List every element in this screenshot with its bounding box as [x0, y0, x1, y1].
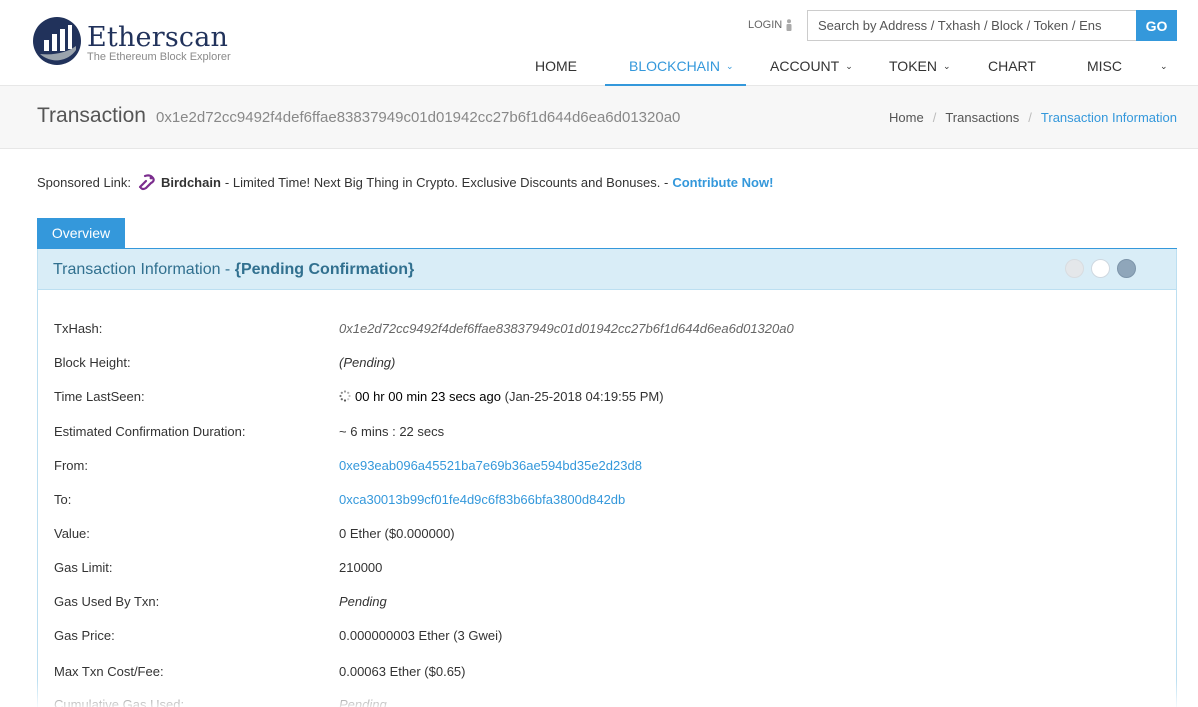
page-title: Transaction	[37, 104, 146, 127]
nav-chart[interactable]: CHART	[988, 47, 1036, 86]
detail-row-cumulative-gas: Cumulative Gas Used: Pending	[54, 697, 1164, 707]
block-height-value: (Pending)	[339, 355, 396, 370]
login-label: LOGIN	[748, 19, 783, 31]
detail-row-block-height: Block Height: (Pending)	[54, 355, 1164, 375]
progress-dot	[1091, 259, 1110, 278]
sponsored-prefix: Sponsored Link:	[37, 174, 131, 190]
txhash-value: 0x1e2d72cc9492f4def6ffae83837949c01d0194…	[339, 321, 794, 336]
breadcrumb-transactions[interactable]: Transactions	[945, 110, 1019, 125]
contribute-now-link[interactable]: Contribute Now!	[672, 175, 773, 190]
detail-label: TxHash:	[54, 321, 103, 336]
detail-label: Cumulative Gas Used:	[54, 697, 185, 707]
progress-dot	[1117, 259, 1136, 278]
nav-home[interactable]: HOME	[535, 47, 577, 86]
detail-row-value: Value: 0 Ether ($0.000000)	[54, 526, 1164, 546]
progress-dot	[1065, 259, 1084, 278]
time-lastseen-value: 00 hr 00 min 23 secs ago (Jan-25-2018 04…	[339, 389, 664, 404]
detail-row-txhash: TxHash: 0x1e2d72cc9492f4def6ffae83837949…	[54, 321, 1164, 341]
detail-row-gas-used: Gas Used By Txn: Pending	[54, 594, 1164, 614]
page-title-hash: 0x1e2d72cc9492f4def6ffae83837949c01d0194…	[156, 109, 681, 126]
search-go-button[interactable]: GO	[1136, 10, 1177, 41]
nav-misc-label: MISC	[1087, 58, 1122, 74]
search-input[interactable]	[807, 10, 1136, 41]
detail-row-max-fee: Max Txn Cost/Fee: 0.00063 Ether ($0.65)	[54, 664, 1164, 684]
from-address-link[interactable]: 0xe93eab096a45521ba7e69b36ae594bd35e2d23…	[339, 458, 642, 473]
detail-label: To:	[54, 492, 72, 507]
breadcrumb-home[interactable]: Home	[889, 110, 924, 125]
nav-account-label: ACCOUNT	[770, 58, 840, 74]
nav-account[interactable]: ACCOUNT ⌄	[770, 47, 853, 86]
max-fee-value: 0.00063 Ether ($0.65)	[339, 664, 466, 679]
tab-overview[interactable]: Overview	[37, 218, 125, 249]
detail-label: Block Height:	[54, 355, 131, 370]
breadcrumb-separator: /	[932, 110, 937, 125]
cumulative-gas-value: Pending	[339, 697, 387, 707]
transaction-info-panel: Transaction Information - {Pending Confi…	[37, 249, 1177, 707]
detail-label: Value:	[54, 526, 90, 541]
detail-row-est-duration: Estimated Confirmation Duration: ~ 6 min…	[54, 424, 1164, 444]
login-link[interactable]: LOGIN	[748, 19, 793, 31]
user-icon	[786, 19, 792, 31]
nav-home-label: HOME	[535, 58, 577, 74]
sponsored-link: Sponsored Link: Birdchain - Limited Time…	[37, 172, 773, 192]
detail-row-gas-price: Gas Price: 0.000000003 Ether (3 Gwei)	[54, 628, 1164, 648]
birdchain-logo-icon	[138, 174, 155, 191]
panel-header: Transaction Information - {Pending Confi…	[38, 249, 1176, 290]
detail-row-from: From: 0xe93eab096a45521ba7e69b36ae594bd3…	[54, 458, 1164, 478]
gas-price-value: 0.000000003 Ether (3 Gwei)	[339, 628, 503, 643]
nav-misc[interactable]: MISC ⌄	[1087, 47, 1168, 86]
to-address-link[interactable]: 0xca30013b99cf01fe4d9c6f83b66bfa3800d842…	[339, 492, 625, 507]
chevron-down-icon: ⌄	[1160, 61, 1168, 71]
est-duration-value: ~ 6 mins : 22 secs	[339, 424, 445, 439]
title-band: Transaction 0x1e2d72cc9492f4def6ffae8383…	[0, 86, 1198, 149]
detail-label: Estimated Confirmation Duration:	[54, 424, 246, 439]
breadcrumb-current: Transaction Information	[1040, 110, 1177, 125]
tab-bar: Overview	[37, 218, 1177, 249]
panel-title-status: {Pending Confirmation}	[234, 261, 415, 278]
chevron-down-icon: ⌄	[942, 61, 951, 71]
chevron-down-icon: ⌄	[726, 61, 734, 71]
site-header: Etherscan The Ethereum Block Explorer LO…	[0, 0, 1198, 86]
detail-label: Gas Price:	[54, 628, 115, 643]
breadcrumb: Home / Transactions / Transaction Inform…	[889, 110, 1177, 125]
panel-title-prefix: Transaction Information -	[53, 261, 231, 278]
detail-row-gas-limit: Gas Limit: 210000	[54, 560, 1164, 580]
detail-label: Max Txn Cost/Fee:	[54, 664, 164, 679]
nav-chart-label: CHART	[988, 58, 1036, 74]
sponsored-brand[interactable]: Birdchain	[161, 175, 221, 190]
breadcrumb-separator: /	[1028, 110, 1032, 125]
nav-token[interactable]: TOKEN ⌄	[889, 47, 951, 86]
detail-label: From:	[54, 458, 88, 473]
panel-title: Transaction Information - {Pending Confi…	[53, 261, 414, 279]
nav-token-label: TOKEN	[889, 58, 937, 74]
nav-blockchain-label: BLOCKCHAIN	[629, 58, 721, 74]
gas-used-value: Pending	[339, 594, 387, 609]
time-ago: 00 hr 00 min 23 secs ago	[355, 389, 501, 404]
detail-label: Time LastSeen:	[54, 389, 145, 404]
spinner-icon	[339, 390, 351, 402]
time-date: (Jan-25-2018 04:19:55 PM)	[504, 389, 664, 404]
gas-limit-value: 210000	[339, 560, 383, 575]
nav-blockchain[interactable]: BLOCKCHAIN ⌄	[605, 47, 746, 86]
detail-label: Gas Limit:	[54, 560, 113, 575]
detail-row-to: To: 0xca30013b99cf01fe4d9c6f83b66bfa3800…	[54, 492, 1164, 512]
confirmation-progress	[1065, 259, 1136, 278]
value-amount: 0 Ether ($0.000000)	[339, 526, 455, 541]
detail-row-time-lastseen: Time LastSeen: 00 hr 00 min 23 secs ago …	[54, 389, 1164, 409]
sponsored-message: - Limited Time! Next Big Thing in Crypto…	[224, 174, 669, 190]
main-nav: HOME BLOCKCHAIN ⌄ ACCOUNT ⌄ TOKEN ⌄ CHART M…	[0, 47, 1198, 86]
chevron-down-icon: ⌄	[845, 61, 853, 71]
detail-label: Gas Used By Txn:	[54, 594, 160, 609]
